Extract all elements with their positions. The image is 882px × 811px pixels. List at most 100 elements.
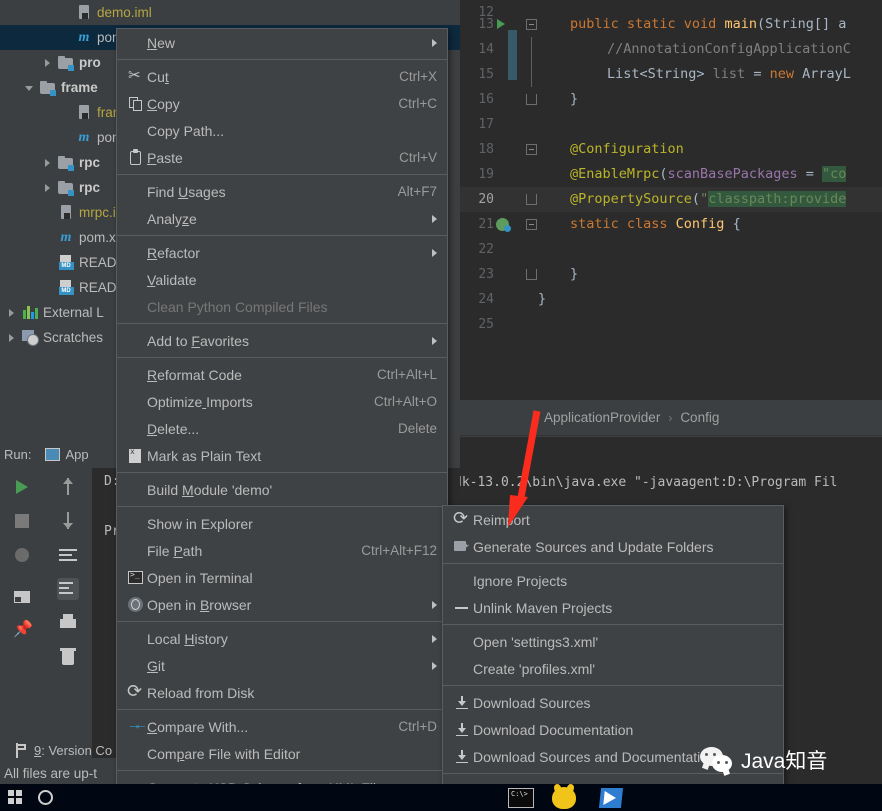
menu-item-reformat-code[interactable]: Reformat Code Ctrl+Alt+L: [117, 361, 447, 388]
line-number: 15: [478, 67, 494, 82]
menu-item-label: Analyze: [147, 210, 197, 227]
maven-menu-item-open-settings3-xml[interactable]: Open 'settings3.xml': [443, 628, 783, 655]
menu-item-cut[interactable]: Cut Ctrl+X: [117, 63, 447, 90]
maven-menu-item-download-documentation[interactable]: Download Documentation: [443, 716, 783, 743]
menu-item-new[interactable]: New: [117, 29, 447, 56]
spring-bean-gutter-icon[interactable]: [496, 218, 511, 232]
menu-item-copy-path[interactable]: Copy Path...: [117, 117, 447, 144]
code-line[interactable]: 25: [460, 312, 882, 337]
line-number: 24: [478, 292, 494, 307]
menu-item-compare-file-with-editor[interactable]: Compare File with Editor: [117, 740, 447, 767]
pin-icon[interactable]: [11, 619, 33, 642]
chevron-right-icon[interactable]: [40, 180, 56, 196]
maven-menu-item-unlink-maven-projects[interactable]: Unlink Maven Projects: [443, 594, 783, 621]
code-line[interactable]: 20 @PropertySource("classpath:provide: [460, 187, 882, 212]
chevron-right-icon: ›: [668, 410, 673, 425]
run-toolbar-left[interactable]: [0, 468, 44, 776]
scroll-up-icon[interactable]: [57, 476, 79, 498]
breadcrumb-item-class[interactable]: ApplicationProvider: [544, 410, 660, 425]
menu-item-local-history[interactable]: Local History: [117, 625, 447, 652]
chevron-right-icon[interactable]: [4, 330, 20, 346]
chevron-right-icon[interactable]: [40, 55, 56, 71]
menu-item-find-usages[interactable]: Find Usages Alt+F7: [117, 178, 447, 205]
menu-item-open-in-terminal[interactable]: Open in Terminal: [117, 564, 447, 591]
scroll-down-icon[interactable]: [57, 510, 79, 532]
visual-studio-icon[interactable]: [598, 788, 624, 808]
menu-item-add-to-favorites[interactable]: Add to Favorites: [117, 327, 447, 354]
code-line[interactable]: 23 }: [460, 262, 882, 287]
rerun-icon[interactable]: [11, 476, 33, 498]
menu-item-optimize-imports[interactable]: Optimize Imports Ctrl+Alt+O: [117, 388, 447, 415]
menu-item-label: Delete...: [147, 420, 200, 437]
code-line[interactable]: 24 }: [460, 287, 882, 312]
command-prompt-icon[interactable]: [508, 788, 534, 808]
maven-menu-item-generate-sources-and-update-folders[interactable]: Generate Sources and Update Folders: [443, 533, 783, 560]
fold-icon[interactable]: [526, 194, 537, 205]
code-editor[interactable]: 12 13 public static void main(String[] a…: [460, 0, 882, 400]
menu-item-git[interactable]: Git: [117, 652, 447, 679]
menu-item-copy[interactable]: Copy Ctrl+C: [117, 90, 447, 117]
tree-item-demo-iml[interactable]: demo.iml: [0, 0, 460, 25]
fold-icon[interactable]: [526, 94, 537, 105]
code-line[interactable]: 16 }: [460, 87, 882, 112]
print-icon[interactable]: [57, 612, 79, 634]
code-line[interactable]: 18 @Configuration: [460, 137, 882, 162]
debug-icon[interactable]: [11, 544, 33, 566]
code-line[interactable]: 14 //AnnotationConfigApplicationC: [460, 37, 882, 62]
code-line[interactable]: 19 @EnableMrpc(scanBasePackages = "co: [460, 162, 882, 187]
code-line[interactable]: 22: [460, 237, 882, 262]
stop-icon[interactable]: [11, 510, 33, 532]
code-line[interactable]: 17: [460, 112, 882, 137]
maven-menu-item-create-profiles-xml[interactable]: Create 'profiles.xml': [443, 655, 783, 682]
chevron-down-icon[interactable]: [22, 80, 38, 96]
maven-menu-item-download-sources[interactable]: Download Sources: [443, 689, 783, 716]
code-text: //AnnotationConfigApplicationC: [607, 41, 851, 57]
menu-item-paste[interactable]: Paste Ctrl+V: [117, 144, 447, 171]
maven-menu-item-ignore-projects[interactable]: Ignore Projects: [443, 567, 783, 594]
submenu-arrow-icon: [432, 38, 437, 47]
menu-item-compare-with[interactable]: Compare With... Ctrl+D: [117, 713, 447, 740]
status-message-text: All files are up-t: [4, 765, 98, 781]
scroll-to-end-icon[interactable]: [57, 578, 79, 600]
copy-icon: [128, 96, 144, 112]
fold-icon[interactable]: [526, 219, 537, 230]
copy-icon-slot: [125, 96, 147, 112]
menu-item-file-path[interactable]: File Path Ctrl+Alt+F12: [117, 537, 447, 564]
scratches-icon: [20, 330, 40, 346]
context-menu[interactable]: New Cut Ctrl+X Copy Ctrl+C Copy Path... Paste C…: [116, 28, 448, 811]
menu-item-label: New: [147, 34, 176, 51]
menu-item-validate[interactable]: Validate: [117, 266, 447, 293]
code-line[interactable]: 13 public static void main(String[] a: [460, 12, 882, 37]
menu-item-show-in-explorer[interactable]: Show in Explorer: [117, 510, 447, 537]
terminal-icon-slot: [125, 570, 147, 586]
menu-item-mark-as-plain-text[interactable]: Mark as Plain Text: [117, 442, 447, 469]
fold-icon[interactable]: [526, 144, 537, 155]
folder-icon: [56, 155, 76, 171]
menu-item-refactor[interactable]: Refactor: [117, 239, 447, 266]
code-line[interactable]: 15 List<String> list = new ArrayL: [460, 62, 882, 87]
chevron-right-icon[interactable]: [4, 305, 20, 321]
menu-item-open-in-browser[interactable]: Open in Browser: [117, 591, 447, 618]
menu-item-reload-from-disk[interactable]: Reload from Disk: [117, 679, 447, 706]
cortana-search-icon[interactable]: [38, 790, 53, 805]
menu-item-delete[interactable]: Delete... Delete: [117, 415, 447, 442]
run-toolbar-secondary[interactable]: [46, 468, 90, 776]
menu-item-build-module-demo[interactable]: Build Module 'demo': [117, 476, 447, 503]
code-line[interactable]: 21 static class Config {: [460, 212, 882, 237]
run-gutter-icon[interactable]: [497, 19, 505, 29]
windows-taskbar[interactable]: [0, 784, 882, 811]
chevron-right-icon[interactable]: [40, 155, 56, 171]
windows-start-icon[interactable]: [8, 790, 23, 805]
tomcat-icon[interactable]: [552, 787, 576, 809]
clear-all-icon[interactable]: [57, 646, 79, 668]
breadcrumb-item-inner-class[interactable]: Config: [680, 410, 719, 425]
fold-icon[interactable]: [526, 269, 537, 280]
maven-menu-item-reimport[interactable]: Reimport: [443, 506, 783, 533]
run-tab-application[interactable]: App: [45, 447, 89, 462]
fold-icon[interactable]: [526, 19, 537, 30]
soft-wrap-icon[interactable]: [57, 544, 79, 566]
menu-item-analyze[interactable]: Analyze: [117, 205, 447, 232]
layout-settings-icon[interactable]: [11, 586, 33, 608]
breadcrumb[interactable]: ApplicationProvider › Config: [460, 400, 882, 436]
